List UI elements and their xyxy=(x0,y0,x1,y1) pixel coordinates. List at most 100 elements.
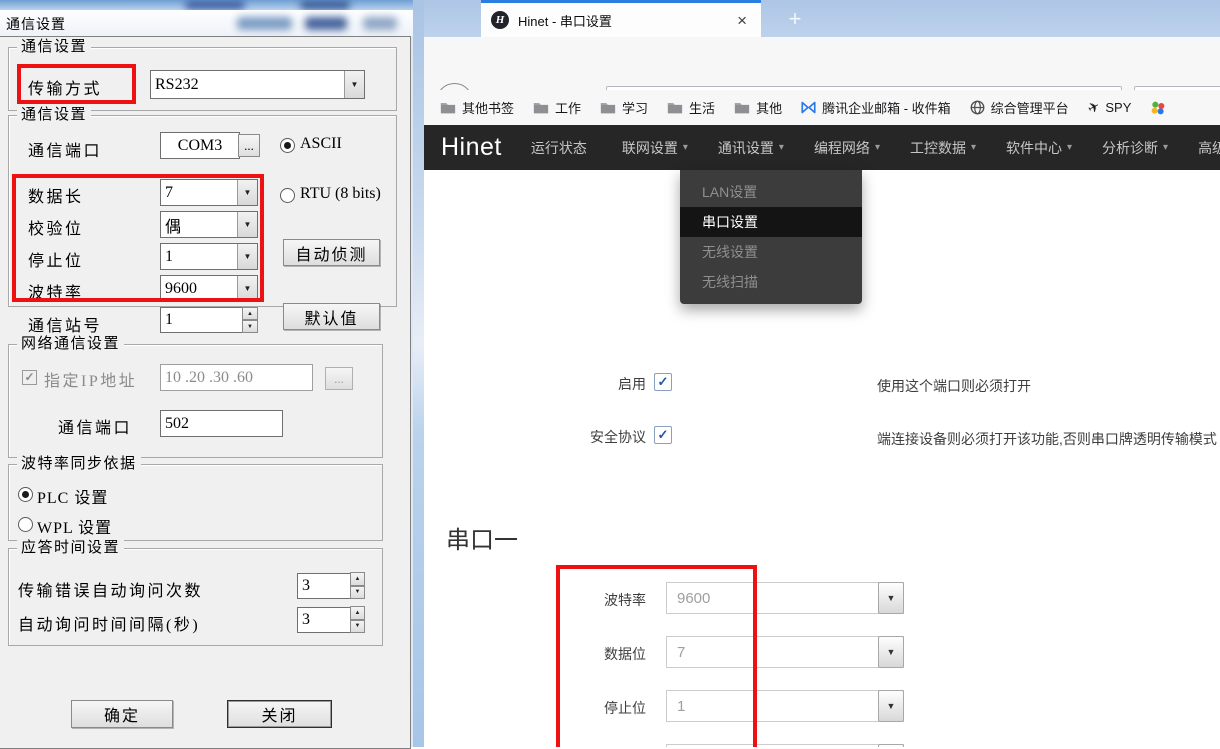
baud-rate-label: 波特率 xyxy=(28,279,84,303)
retry-count-stepper[interactable]: ▲ ▼ xyxy=(350,572,365,599)
nav-item-label: 联网设置 xyxy=(622,138,678,158)
new-tab-button[interactable]: + xyxy=(779,2,811,35)
dropdown-arrow-icon[interactable]: ▼ xyxy=(878,636,904,668)
bookmark-folder[interactable]: 工作 xyxy=(533,98,581,117)
secure-protocol-checkbox[interactable]: ✓ xyxy=(654,426,672,444)
baud-rate-combobox[interactable]: 9600 ▼ xyxy=(160,275,258,302)
nav-item-programming-network[interactable]: 编程网络▾ xyxy=(799,138,895,158)
site-favicon: H xyxy=(491,11,509,29)
dropdown-arrow-icon[interactable]: ▼ xyxy=(237,180,257,205)
caret-down-icon: ▾ xyxy=(779,142,784,153)
transfer-mode-value: RS232 xyxy=(151,71,344,98)
spin-down-icon[interactable]: ▼ xyxy=(350,620,365,634)
nav-item-software-center[interactable]: 软件中心▾ xyxy=(991,138,1087,158)
bookmark-label: 腾讯企业邮箱 - 收件箱 xyxy=(822,98,951,117)
site-logo[interactable]: Hinet xyxy=(424,133,516,162)
secure-protocol-label: 安全协议 xyxy=(524,427,646,447)
spin-up-icon[interactable]: ▲ xyxy=(350,572,365,586)
port-browse-button[interactable]: ... xyxy=(238,134,260,157)
blurred-menu xyxy=(363,17,397,30)
parity-value: 偶 xyxy=(161,212,237,237)
comm-settings-dropdown-menu: LAN设置 串口设置 无线设置 无线扫描 xyxy=(680,170,862,304)
spin-down-icon[interactable]: ▼ xyxy=(242,320,258,333)
browser-window: H Hinet - 串口设置 × + ← → 192.168.2.222/cgi… xyxy=(413,0,1220,747)
nav-item-label: 运行状态 xyxy=(531,138,587,158)
blurred-background-window xyxy=(0,0,413,10)
browser-toolbar: ← → 192.168.2.222/cgi-bin/luci/;sto 90% … xyxy=(424,37,1220,90)
nav-item-run-status[interactable]: 运行状态 xyxy=(516,138,607,158)
spin-down-icon[interactable]: ▼ xyxy=(350,586,365,600)
network-comm-group: 网络通信设置 xyxy=(8,344,383,458)
network-port-field[interactable]: 502 xyxy=(160,410,283,437)
nav-item-label: 工控数据 xyxy=(910,138,966,158)
dropdown-arrow-icon[interactable]: ▼ xyxy=(878,690,904,722)
ip-browse-button: ... xyxy=(325,367,353,390)
nav-item-analysis-diagnosis[interactable]: 分析诊断▾ xyxy=(1087,138,1183,158)
enable-label: 启用 xyxy=(524,374,646,394)
bookmark-item[interactable]: 综合管理平台 xyxy=(970,98,1069,117)
nav-item-label: 高级设置 xyxy=(1198,138,1220,158)
bookmark-item[interactable]: ✈ SPY xyxy=(1088,99,1132,116)
active-tab[interactable]: H Hinet - 串口设置 × xyxy=(481,0,761,37)
query-interval-field[interactable]: 3 xyxy=(297,607,351,633)
data-length-combobox[interactable]: 7 ▼ xyxy=(160,179,258,206)
menu-item-wireless-settings[interactable]: 无线设置 xyxy=(680,237,862,267)
auto-detect-button[interactable]: 自动侦测 xyxy=(283,239,380,266)
comm-port-label: 通信端口 xyxy=(28,137,102,161)
bookmark-item[interactable] xyxy=(1150,100,1166,116)
ok-button[interactable]: 确定 xyxy=(71,700,173,728)
wpl-setting-radio[interactable] xyxy=(18,517,33,532)
query-interval-stepper[interactable]: ▲ ▼ xyxy=(350,606,365,633)
menu-item-lan-settings[interactable]: LAN设置 xyxy=(680,177,862,207)
nav-item-comm-settings[interactable]: 通讯设置▾ xyxy=(703,138,799,158)
retry-count-label: 传输错误自动询问次数 xyxy=(18,577,203,601)
baud-rate-select[interactable]: 9600 ▼ xyxy=(666,582,904,614)
retry-count-field[interactable]: 3 xyxy=(297,573,351,599)
baud-rate-label: 波特率 xyxy=(524,590,646,610)
bookmark-folder[interactable]: 学习 xyxy=(600,98,648,117)
folder-icon xyxy=(667,101,683,114)
default-value-button[interactable]: 默认值 xyxy=(283,303,380,330)
window-edge xyxy=(413,0,424,747)
menu-item-serial-settings[interactable]: 串口设置 xyxy=(680,207,862,237)
ip-address-field[interactable]: 10 .20 .30 .60 xyxy=(160,364,313,391)
nav-item-industrial-data[interactable]: 工控数据 ▾ xyxy=(895,138,991,158)
caret-down-icon: ▾ xyxy=(971,142,976,153)
stop-bits-select[interactable]: 1 ▼ xyxy=(666,690,904,722)
plc-setting-radio[interactable] xyxy=(18,487,33,502)
parity-combobox[interactable]: 偶 ▼ xyxy=(160,211,258,238)
dropdown-arrow-icon[interactable]: ▼ xyxy=(878,582,904,614)
station-number-field[interactable]: 1 xyxy=(160,307,246,333)
tab-close-icon[interactable]: × xyxy=(733,12,751,29)
bookmark-item[interactable]: 腾讯企业邮箱 - 收件箱 xyxy=(801,98,951,117)
dropdown-arrow-icon[interactable]: ▼ xyxy=(237,212,257,237)
dropdown-arrow-icon[interactable]: ▼ xyxy=(344,71,364,98)
close-button[interactable]: 关闭 xyxy=(227,700,332,728)
bookmark-folder[interactable]: 生活 xyxy=(667,98,715,117)
station-number-stepper[interactable]: ▲ ▼ xyxy=(242,307,258,333)
dropdown-arrow-icon[interactable]: ▼ xyxy=(237,244,257,269)
caret-down-icon: ▾ xyxy=(1067,142,1072,153)
data-bits-select[interactable]: 7 ▼ xyxy=(666,636,904,668)
spin-up-icon[interactable]: ▲ xyxy=(350,606,365,620)
nav-item-advanced-settings[interactable]: 高级设置▾ xyxy=(1183,138,1220,158)
rtu-radio[interactable] xyxy=(280,188,295,203)
stop-bit-combobox[interactable]: 1 ▼ xyxy=(160,243,258,270)
bookmark-folder[interactable]: 其他书签 xyxy=(440,98,514,117)
transfer-mode-combobox[interactable]: RS232 ▼ xyxy=(150,70,365,99)
enable-checkbox[interactable]: ✓ xyxy=(654,373,672,391)
menu-item-wireless-scan[interactable]: 无线扫描 xyxy=(680,267,862,297)
spin-up-icon[interactable]: ▲ xyxy=(242,307,258,320)
network-port-label: 通信端口 xyxy=(58,414,132,438)
rtu-radio-label: RTU (8 bits) xyxy=(300,185,381,203)
nav-item-network-settings[interactable]: 联网设置▾ xyxy=(607,138,703,158)
specify-ip-checkbox[interactable]: ✓ xyxy=(22,370,37,385)
globe-icon xyxy=(970,100,985,115)
group-legend: 波特率同步依据 xyxy=(17,455,141,473)
stop-bit-value: 1 xyxy=(161,244,237,269)
bookmark-folder[interactable]: 其他 xyxy=(734,98,782,117)
comm-port-field[interactable]: COM3 xyxy=(160,132,240,159)
dropdown-arrow-icon[interactable]: ▼ xyxy=(237,276,257,301)
dialog-titlebar[interactable]: 通信设置 xyxy=(0,10,413,36)
ascii-radio[interactable] xyxy=(280,138,295,153)
